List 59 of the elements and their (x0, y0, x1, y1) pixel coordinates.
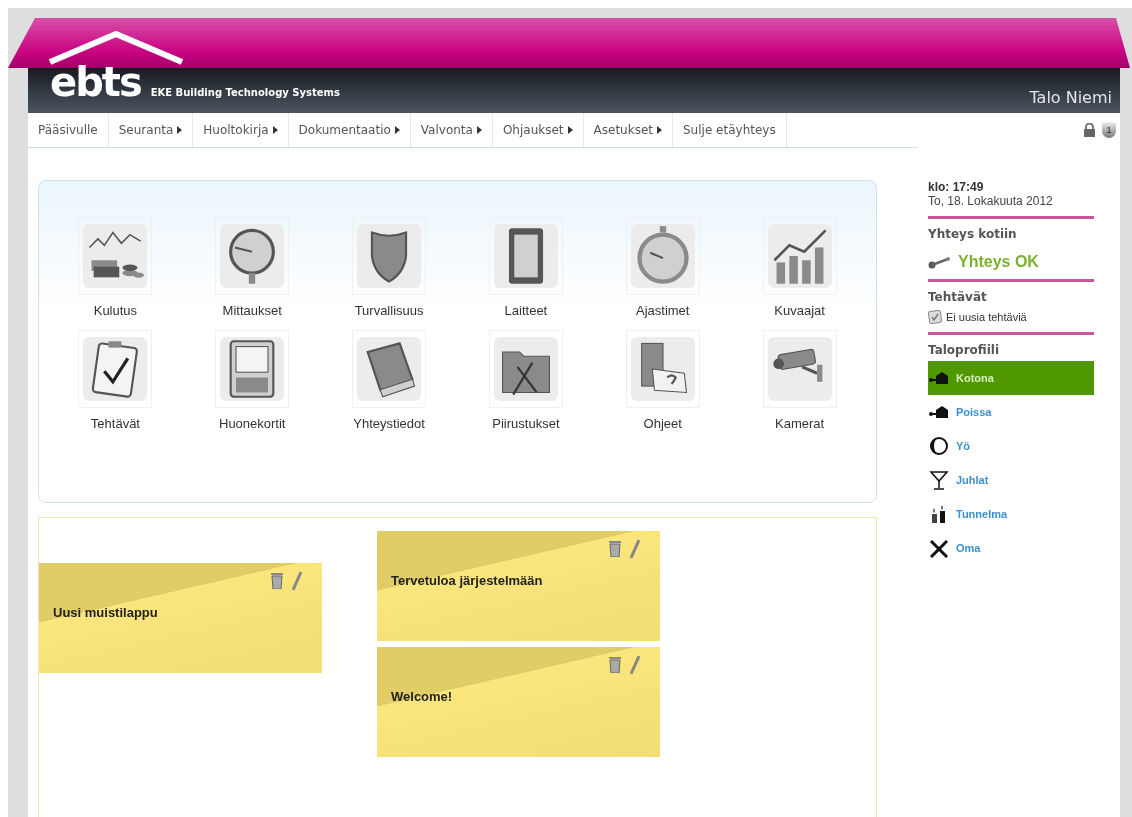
module-button[interactable]: Piirustukset (457, 330, 595, 431)
trash-icon[interactable] (608, 539, 622, 559)
manual-icon (630, 337, 695, 401)
stopwatch-icon (630, 224, 695, 288)
module-button[interactable]: Kuvaajat (731, 217, 868, 318)
note-text: Uusi muistilappu (53, 605, 159, 620)
section-title: Taloprofiili (928, 343, 1001, 357)
tagline: EKE Building Technology Systems (150, 87, 340, 98)
shield-badge[interactable]: 1 (1102, 122, 1116, 138)
note-icon (928, 310, 942, 324)
module-button[interactable]: Kulutus (47, 217, 184, 318)
money-icon (83, 224, 148, 288)
folder-icon (493, 337, 558, 401)
lock-icon[interactable] (1083, 123, 1096, 137)
switch-icon (493, 224, 558, 288)
trash-icon[interactable] (270, 571, 284, 591)
party-icon (928, 470, 950, 490)
profile-item[interactable]: Tunnelma (928, 503, 1094, 525)
module-button[interactable]: Mittaukset (183, 217, 321, 318)
pencil-icon[interactable] (292, 571, 302, 591)
module-button[interactable]: Kamerat (731, 330, 868, 431)
shield-icon (357, 224, 422, 288)
module-button[interactable]: Tehtävät (47, 330, 184, 431)
caret-icon (567, 125, 573, 134)
tasks-text: Ei uusia tehtäviä (946, 311, 1027, 323)
caret-icon (657, 125, 662, 134)
profile-item[interactable]: Oma (928, 537, 1094, 559)
gauge-icon (220, 224, 285, 288)
section-title: Tehtävät (928, 290, 988, 304)
section-title: Yhteys kotiin (928, 227, 1018, 241)
clipboard-icon (83, 337, 148, 401)
module-button[interactable]: Laitteet (457, 217, 595, 318)
camera-icon (767, 337, 832, 401)
floorplan-icon (220, 337, 285, 401)
book-icon (357, 337, 422, 401)
note-text: Tervetuloa järjestelmään (391, 573, 544, 588)
clock: klo: 17:49 (928, 180, 985, 194)
pencil-icon[interactable] (630, 655, 640, 675)
site-name: Talo Niemi (1029, 88, 1112, 107)
house-roof-icon (46, 30, 186, 66)
module-button[interactable]: Huonekortit (183, 330, 321, 431)
caret-icon (272, 125, 278, 134)
module-button[interactable]: Ohjeet (594, 330, 732, 431)
trash-icon[interactable] (608, 655, 622, 675)
night-icon (928, 436, 950, 456)
module-button[interactable]: Turvallisuus (320, 217, 458, 318)
date: To, 18. Lokakuuta 2012 (928, 194, 1054, 208)
caret-icon (394, 125, 400, 134)
note-text: Welcome! (391, 689, 454, 704)
caret-icon (177, 125, 183, 134)
connection-status: Yhteys OK (958, 253, 1039, 271)
tools-icon (928, 538, 950, 558)
module-button[interactable]: Ajastimet (594, 217, 732, 318)
caret-icon (476, 125, 482, 134)
logo-text: ebts (50, 62, 141, 102)
graph-icon (767, 224, 832, 288)
pencil-icon[interactable] (630, 539, 640, 559)
module-button[interactable]: Yhteystiedot (320, 330, 458, 431)
connector-icon (928, 255, 952, 269)
